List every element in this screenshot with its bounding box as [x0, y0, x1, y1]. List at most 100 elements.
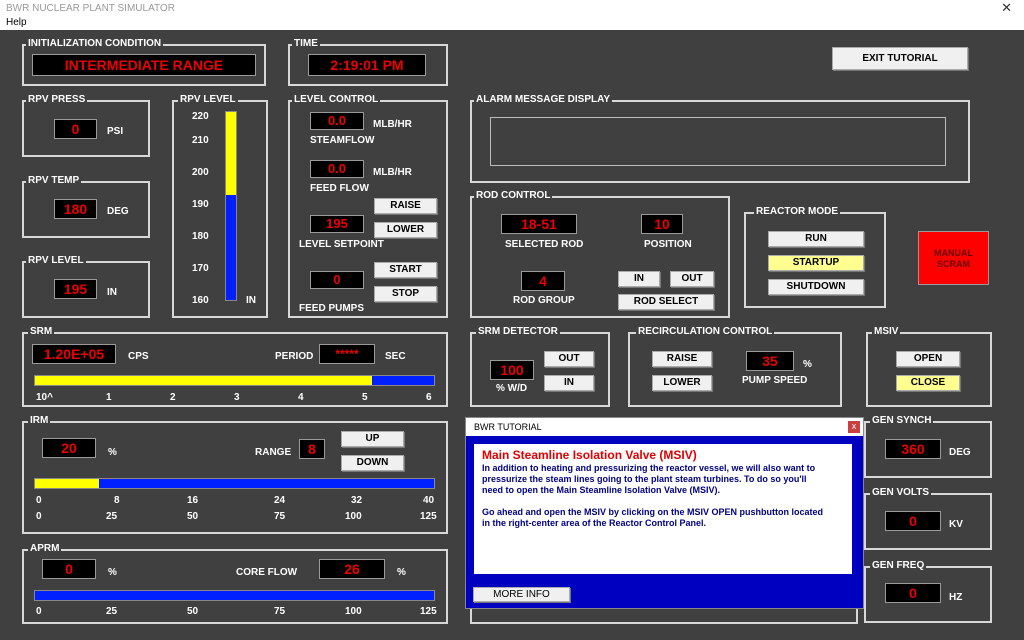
- level-lower-button[interactable]: LOWER: [374, 222, 437, 238]
- feed-pumps-start-button[interactable]: START: [374, 262, 437, 278]
- rpv-level-tick: 220: [192, 111, 209, 122]
- rod-in-button[interactable]: IN: [618, 271, 660, 287]
- gen-volts-display: 0: [885, 511, 941, 531]
- recirc-raise-button[interactable]: RAISE: [652, 351, 712, 367]
- srm-bar: [34, 375, 435, 386]
- exit-tutorial-button[interactable]: EXIT TUTORIAL: [832, 47, 968, 70]
- title-bar: BWR NUCLEAR PLANT SIMULATOR ✕: [0, 0, 1024, 17]
- level-setpoint-display: 195: [310, 215, 364, 233]
- irm-bar: [34, 478, 435, 489]
- srm-unit: CPS: [128, 351, 149, 362]
- feed-pumps-display: 0: [310, 271, 364, 289]
- srm-period-display: *****: [319, 344, 375, 364]
- irm-tick: 50: [187, 511, 199, 522]
- gen-freq-unit: HZ: [949, 592, 963, 603]
- srm-display: 1.20E+05: [32, 344, 116, 364]
- aprm-unit: %: [108, 567, 117, 578]
- mode-shutdown-button[interactable]: SHUTDOWN: [768, 279, 864, 295]
- mode-run-button[interactable]: RUN: [768, 231, 864, 247]
- init-display: INTERMEDIATE RANGE: [32, 54, 256, 76]
- srm-detector-out-button[interactable]: OUT: [544, 351, 594, 367]
- srm-tick: 4: [298, 392, 304, 403]
- srm-period-unit: SEC: [385, 351, 406, 362]
- tutorial-close-icon[interactable]: x: [848, 421, 860, 433]
- srm-detector-label: SRM DETECTOR: [476, 326, 560, 338]
- aprm-bar: [34, 590, 435, 601]
- tutorial-title: BWR TUTORIAL: [474, 422, 542, 432]
- rpv-level-tick: 170: [192, 263, 209, 274]
- manual-scram-button[interactable]: MANUAL SCRAM: [918, 231, 989, 285]
- rpv-level-label: RPV LEVEL: [178, 94, 238, 106]
- irm-tick: 16: [187, 495, 199, 506]
- rpv-level-bar: [225, 111, 237, 301]
- rod-select-button[interactable]: ROD SELECT: [618, 294, 714, 310]
- rpv-level-unit: IN: [246, 295, 256, 306]
- srm-tick: 6: [426, 392, 432, 403]
- irm-tick: 75: [274, 511, 286, 522]
- tutorial-text: pressurize the steam lines going to the …: [482, 474, 807, 484]
- init-label: INITIALIZATION CONDITION: [26, 38, 164, 50]
- srm-detector-in-button[interactable]: IN: [544, 375, 594, 391]
- rpv-temp-label: RPV TEMP: [26, 175, 82, 187]
- selected-rod-label: SELECTED ROD: [505, 239, 584, 250]
- recirc-lower-button[interactable]: LOWER: [652, 375, 712, 391]
- rpv-level-panel: [172, 100, 268, 318]
- level-raise-button[interactable]: RAISE: [374, 198, 437, 214]
- tutorial-text: In addition to heating and pressurizing …: [482, 463, 816, 473]
- rpv-level-small-label: RPV LEVEL: [26, 255, 86, 267]
- time-label: TIME: [292, 38, 320, 50]
- selected-rod-display: 18-51: [501, 214, 577, 234]
- msiv-open-button[interactable]: OPEN: [896, 351, 960, 367]
- aprm-tick: 25: [106, 606, 118, 617]
- feedflow-display: 0.0: [310, 160, 364, 178]
- close-icon[interactable]: ✕: [1001, 0, 1012, 16]
- rpv-temp-unit: DEG: [107, 206, 129, 217]
- irm-tick: 24: [274, 495, 286, 506]
- feedflow-unit: MLB/HR: [373, 167, 412, 178]
- msiv-panel: [866, 332, 992, 407]
- rod-group-display: 4: [521, 271, 565, 291]
- feed-pumps-stop-button[interactable]: STOP: [374, 286, 437, 302]
- srm-tick: 3: [234, 392, 240, 403]
- mode-startup-button[interactable]: STARTUP: [768, 255, 864, 271]
- srm-tick: 2: [170, 392, 176, 403]
- msiv-close-button[interactable]: CLOSE: [896, 375, 960, 391]
- srm-detector-unit: % W/D: [496, 383, 528, 394]
- rpv-level-small-display: 195: [54, 279, 97, 299]
- menu-help[interactable]: Help: [6, 17, 27, 28]
- steamflow-display: 0.0: [310, 112, 364, 130]
- rod-control-label: ROD CONTROL: [474, 190, 553, 202]
- rpv-press-unit: PSI: [107, 126, 124, 137]
- irm-up-button[interactable]: UP: [341, 431, 404, 447]
- more-info-button[interactable]: MORE INFO: [473, 587, 570, 602]
- gen-volts-unit: KV: [949, 519, 963, 530]
- feedflow-label: FEED FLOW: [310, 183, 369, 194]
- rpv-press-label: RPV PRESS: [26, 94, 88, 106]
- rpv-level-tick: 210: [192, 135, 209, 146]
- irm-down-button[interactable]: DOWN: [341, 455, 404, 471]
- srm-bar-fill: [35, 376, 373, 385]
- tutorial-text: need to open the Main Steamline Isolatio…: [482, 485, 721, 495]
- rpv-level-tick: 180: [192, 231, 209, 242]
- irm-range-label: RANGE: [255, 447, 292, 458]
- pump-speed-label: PUMP SPEED: [742, 375, 808, 386]
- irm-unit: %: [108, 447, 117, 458]
- window-title: BWR NUCLEAR PLANT SIMULATOR: [6, 3, 175, 14]
- core-flow-unit: %: [397, 567, 406, 578]
- aprm-label: APRM: [28, 543, 62, 555]
- rod-out-button[interactable]: OUT: [670, 271, 714, 287]
- pump-speed-display: 35: [746, 351, 794, 371]
- irm-tick: 100: [345, 511, 362, 522]
- rpv-level-tick: 160: [192, 295, 209, 306]
- tutorial-dialog: BWR TUTORIAL x Main Steamline Isolation …: [465, 417, 864, 609]
- feed-pumps-label: FEED PUMPS: [299, 303, 365, 314]
- irm-label: IRM: [28, 415, 51, 427]
- steamflow-unit: MLB/HR: [373, 119, 412, 130]
- aprm-tick: 75: [274, 606, 286, 617]
- rpv-temp-display: 180: [54, 199, 97, 219]
- rod-position-label: POSITION: [644, 239, 692, 250]
- reactor-mode-label: REACTOR MODE: [754, 206, 841, 218]
- irm-tick: 0: [36, 511, 42, 522]
- irm-range-display: 8: [299, 439, 325, 459]
- aprm-display: 0: [42, 559, 96, 579]
